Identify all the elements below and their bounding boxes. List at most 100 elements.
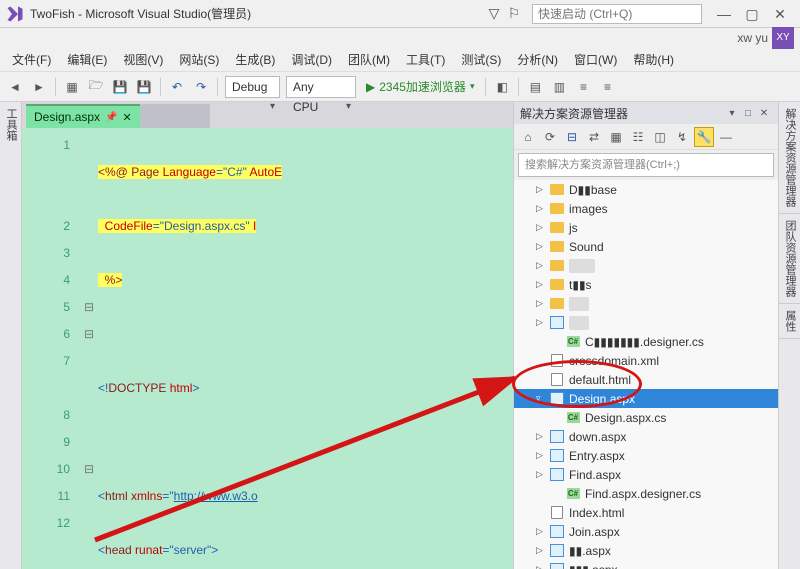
menu-build[interactable]: 生成(B) bbox=[227, 51, 283, 68]
tree-item[interactable]: C#Design.aspx.cs bbox=[514, 408, 778, 427]
open-icon[interactable]: 🗁 bbox=[85, 76, 107, 98]
expand-icon[interactable]: ▷ bbox=[536, 241, 548, 252]
tree-item[interactable]: ▷images bbox=[514, 199, 778, 218]
panel-pin-icon[interactable]: □ bbox=[740, 108, 756, 119]
close-button[interactable]: ✕ bbox=[766, 3, 794, 25]
back-icon[interactable]: ◄ bbox=[4, 76, 26, 98]
tree-item[interactable]: ▷Sound bbox=[514, 237, 778, 256]
collapse-icon[interactable]: ⊟ bbox=[562, 127, 582, 147]
expand-icon[interactable]: ▷ bbox=[536, 298, 548, 309]
menu-edit[interactable]: 编辑(E) bbox=[59, 51, 115, 68]
save-icon[interactable]: 💾 bbox=[109, 76, 131, 98]
toolbox-strip[interactable]: 工具箱 bbox=[0, 102, 22, 569]
menu-view[interactable]: 视图(V) bbox=[115, 51, 171, 68]
tree-item[interactable]: ▷js bbox=[514, 218, 778, 237]
fold-gutter[interactable]: ⊟⊟⊟ bbox=[82, 128, 96, 569]
config-dropdown[interactable]: Debug bbox=[225, 76, 280, 98]
strip-properties[interactable]: 属性 bbox=[779, 304, 800, 339]
user-name[interactable]: xw yu bbox=[737, 31, 768, 45]
tree-item[interactable]: Index.html bbox=[514, 503, 778, 522]
expand-icon[interactable]: ▷ bbox=[536, 431, 548, 442]
menu-help[interactable]: 帮助(H) bbox=[625, 51, 682, 68]
minus-icon[interactable]: — bbox=[716, 127, 736, 147]
expand-icon[interactable]: ▷ bbox=[536, 203, 548, 214]
show-all-icon[interactable]: ▦ bbox=[606, 127, 626, 147]
nest-icon[interactable]: ↯ bbox=[672, 127, 692, 147]
expand-icon[interactable]: ▷ bbox=[536, 279, 548, 290]
tool-c-icon[interactable]: ▥ bbox=[548, 76, 570, 98]
expand-icon[interactable]: ▷ bbox=[536, 222, 548, 233]
expand-icon[interactable]: ▷ bbox=[536, 469, 548, 480]
tab-close-icon[interactable]: ✕ bbox=[123, 111, 132, 124]
tree-item[interactable]: ▷▮▮.aspx bbox=[514, 541, 778, 560]
tool-b-icon[interactable]: ▤ bbox=[524, 76, 546, 98]
expand-icon[interactable]: ▷ bbox=[536, 450, 548, 461]
code-editor[interactable]: 123456789101112 ⊟⊟⊟ <%@ Page Language="C… bbox=[22, 128, 513, 569]
expand-icon[interactable]: ▷ bbox=[536, 317, 548, 328]
tab-other[interactable]: ▮▮▮▮ bbox=[140, 104, 210, 128]
tree-item[interactable]: ▷▮▮▮▮ bbox=[514, 256, 778, 275]
tree-item[interactable]: ▷▮▮▮ bbox=[514, 313, 778, 332]
tool-d-icon[interactable]: ≡ bbox=[572, 76, 594, 98]
tree-item[interactable]: C#Find.aspx.designer.cs bbox=[514, 484, 778, 503]
solution-explorer-title[interactable]: 解决方案资源管理器 ▾ □ ✕ bbox=[514, 102, 778, 124]
tree-item[interactable]: ▷▮▮▮.aspx bbox=[514, 560, 778, 569]
save-all-icon[interactable]: 💾 bbox=[133, 76, 155, 98]
expand-icon[interactable]: ▷ bbox=[536, 260, 548, 271]
wrench-icon[interactable]: 🔧 bbox=[694, 127, 714, 147]
preview-icon[interactable]: ◫ bbox=[650, 127, 670, 147]
undo-icon[interactable]: ↶ bbox=[166, 76, 188, 98]
expand-icon[interactable]: ▷ bbox=[536, 545, 548, 556]
new-icon[interactable]: ▦ bbox=[61, 76, 83, 98]
tool-a-icon[interactable]: ◧ bbox=[491, 76, 513, 98]
tree-item[interactable]: ▷Entry.aspx bbox=[514, 446, 778, 465]
redo-icon[interactable]: ↷ bbox=[190, 76, 212, 98]
panel-close-icon[interactable]: ✕ bbox=[756, 108, 772, 119]
tree-item[interactable]: ▿Design.aspx bbox=[514, 389, 778, 408]
expand-icon[interactable]: ▿ bbox=[536, 393, 548, 404]
menu-file[interactable]: 文件(F) bbox=[4, 51, 59, 68]
minimize-button[interactable]: — bbox=[710, 3, 738, 25]
maximize-button[interactable]: ▢ bbox=[738, 3, 766, 25]
solution-search-input[interactable]: 搜索解决方案资源管理器(Ctrl+;) bbox=[518, 153, 774, 177]
menu-window[interactable]: 窗口(W) bbox=[566, 51, 625, 68]
quick-launch-input[interactable] bbox=[532, 4, 702, 24]
tab-design-aspx[interactable]: Design.aspx 📌 ✕ bbox=[26, 104, 140, 128]
code-content[interactable]: <%@ Page Language="C#" AutoE CodeFile="D… bbox=[96, 128, 513, 569]
expand-icon[interactable]: ▷ bbox=[536, 184, 548, 195]
refresh-icon[interactable]: ⟳ bbox=[540, 127, 560, 147]
expand-icon[interactable]: ▷ bbox=[536, 564, 548, 569]
expand-icon[interactable]: ▷ bbox=[536, 526, 548, 537]
tree-item[interactable]: crossdomain.xml bbox=[514, 351, 778, 370]
panel-dropdown-icon[interactable]: ▾ bbox=[724, 108, 740, 119]
properties-icon[interactable]: ☷ bbox=[628, 127, 648, 147]
tree-item[interactable]: ▷▮▮▮ bbox=[514, 294, 778, 313]
tree-item[interactable]: ▷D▮▮base bbox=[514, 180, 778, 199]
home-icon[interactable]: ⌂ bbox=[518, 127, 538, 147]
menu-tools[interactable]: 工具(T) bbox=[398, 51, 453, 68]
tree-item[interactable]: ▷t▮▮s bbox=[514, 275, 778, 294]
vs-logo-icon bbox=[6, 5, 24, 23]
menu-analyze[interactable]: 分析(N) bbox=[509, 51, 566, 68]
menu-website[interactable]: 网站(S) bbox=[171, 51, 227, 68]
tree-item[interactable]: ▷Join.aspx bbox=[514, 522, 778, 541]
forward-icon[interactable]: ► bbox=[28, 76, 50, 98]
flag-icon[interactable]: ⚐ bbox=[504, 5, 524, 22]
tree-item[interactable]: default.html bbox=[514, 370, 778, 389]
run-button[interactable]: ▶2345加速浏览器▾ bbox=[360, 76, 480, 98]
notification-icon[interactable]: ▽ bbox=[484, 5, 504, 22]
tree-item[interactable]: ▷Find.aspx bbox=[514, 465, 778, 484]
menu-test[interactable]: 测试(S) bbox=[453, 51, 509, 68]
tree-item[interactable]: ▷down.aspx bbox=[514, 427, 778, 446]
tree-item[interactable]: C#C▮▮▮▮▮▮▮.designer.cs bbox=[514, 332, 778, 351]
tool-e-icon[interactable]: ≡ bbox=[596, 76, 618, 98]
platform-dropdown[interactable]: Any CPU bbox=[286, 76, 356, 98]
pin-icon[interactable]: 📌 bbox=[105, 112, 117, 123]
menu-team[interactable]: 团队(M) bbox=[340, 51, 398, 68]
solution-tree[interactable]: ▷D▮▮base▷images▷js▷Sound▷▮▮▮▮▷t▮▮s▷▮▮▮▷▮… bbox=[514, 180, 778, 569]
strip-solution-explorer[interactable]: 解决方案资源管理器 bbox=[779, 102, 800, 214]
sync-icon[interactable]: ⇄ bbox=[584, 127, 604, 147]
menu-debug[interactable]: 调试(D) bbox=[283, 51, 340, 68]
strip-team-explorer[interactable]: 团队资源管理器 bbox=[779, 214, 800, 304]
user-avatar[interactable]: XY bbox=[772, 27, 794, 49]
